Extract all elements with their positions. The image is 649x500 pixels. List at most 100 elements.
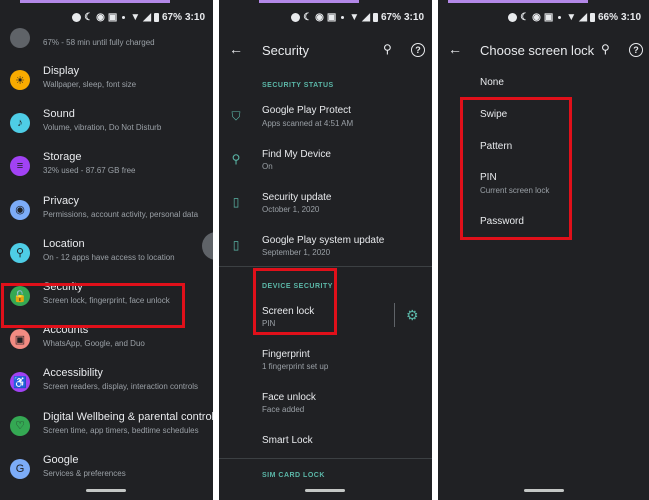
battery-icon <box>589 12 595 22</box>
status-bar: ☾ ◉ ▣ ▼ ◢ 67% 3:10 <box>72 10 205 24</box>
find-my-device-subtitle: On <box>262 162 273 171</box>
nav-handle[interactable] <box>524 489 564 492</box>
settings-item-subtitle: Wallpaper, sleep, font size <box>43 80 137 89</box>
clock: 3:10 <box>620 11 641 23</box>
notification-icon <box>291 12 301 22</box>
wifi-icon: ▼ <box>566 11 577 23</box>
notification-strip <box>259 0 359 3</box>
choose-screen-lock-screen: ☾ ◉ ▣ ▼ ◢ 66% 3:10 ← Choose screen lock … <box>438 0 649 500</box>
system-update-subtitle: September 1, 2020 <box>262 248 331 257</box>
sync-icon: ◉ <box>315 11 324 23</box>
settings-item-title: Digital Wellbeing & parental controls <box>43 410 213 423</box>
settings-item-title: Storage <box>43 151 82 164</box>
section-header-sim: SIM CARD LOCK <box>262 472 325 479</box>
settings-item-subtitle: Screen time, app timers, bedtime schedul… <box>43 425 199 435</box>
gear-icon[interactable]: ⚙ <box>406 307 419 324</box>
fingerprint-subtitle: 1 fingerprint set up <box>262 362 329 371</box>
fingerprint-title[interactable]: Fingerprint <box>262 349 310 360</box>
location-icon: ⚲ <box>10 242 30 263</box>
privacy-icon: ◉ <box>10 199 30 220</box>
settings-item-accessibility[interactable]: ♿ Accessibility Screen readers, display, i… <box>0 362 213 406</box>
back-arrow-icon[interactable]: ← <box>229 41 243 57</box>
accounts-icon: ▣ <box>10 329 30 350</box>
wifi-icon: ▼ <box>130 11 141 23</box>
settings-item-sound[interactable]: ♪ Sound Volume, vibration, Do Not Disturb <box>0 103 213 147</box>
battery-icon <box>153 12 159 22</box>
page-title: Security <box>262 43 309 58</box>
settings-item-subtitle: Services & preferences <box>43 468 126 478</box>
accessibility-icon: ♿ <box>10 372 30 393</box>
moon-icon: ☾ <box>303 11 313 23</box>
cast-icon: ▣ <box>107 11 118 23</box>
vertical-divider <box>394 303 395 327</box>
battery-icon <box>372 12 378 22</box>
sound-icon: ♪ <box>10 113 30 134</box>
settings-item-subtitle: WhatsApp, Google, and Duo <box>43 339 145 349</box>
security-update-subtitle: October 1, 2020 <box>262 205 320 214</box>
option-none[interactable]: None <box>480 77 504 88</box>
help-icon[interactable]: ? <box>411 43 425 57</box>
system-update-icon: ▯ <box>232 238 240 252</box>
settings-item-title: Accessibility <box>43 367 103 380</box>
settings-item-display[interactable]: ☀ Display Wallpaper, sleep, font size <box>0 60 213 104</box>
settings-screen: ☾ ◉ ▣ ▼ ◢ 67% 3:10 67% - 58 min until fu… <box>0 0 213 500</box>
settings-item-privacy[interactable]: ◉ Privacy Permissions, account activity, p… <box>0 190 213 234</box>
settings-item-google[interactable]: G Google Services & preferences <box>0 449 213 493</box>
settings-item-subtitle: Volume, vibration, Do Not Disturb <box>43 123 162 133</box>
dot-icon <box>558 15 562 19</box>
play-protect-subtitle: Apps scanned at 4:51 AM <box>262 119 354 128</box>
settings-item-title: Google <box>43 453 79 466</box>
sync-icon: ◉ <box>532 11 541 23</box>
cast-icon: ▣ <box>326 11 337 23</box>
moon-icon: ☾ <box>520 11 530 23</box>
notification-icon <box>72 12 82 22</box>
signal-icon: ◢ <box>362 11 370 23</box>
settings-item-location[interactable]: ⚲ Location On - 12 apps have access to loc… <box>0 233 213 277</box>
settings-item-storage[interactable]: ≡ Storage 32% used - 87.67 GB free <box>0 146 213 190</box>
back-arrow-icon[interactable]: ← <box>448 41 462 57</box>
security-update-title[interactable]: Security update <box>262 192 332 203</box>
find-my-device-title[interactable]: Find My Device <box>262 149 331 160</box>
sync-icon: ◉ <box>96 11 105 23</box>
clock: 3:10 <box>403 11 424 23</box>
storage-icon: ≡ <box>10 156 30 177</box>
settings-item-subtitle: 32% used - 87.67 GB free <box>43 166 136 176</box>
battery-summary: 67% - 58 min until fully charged <box>43 38 155 47</box>
settings-item-subtitle: On - 12 apps have access to location <box>43 252 175 262</box>
divider <box>219 266 432 267</box>
section-header-status: SECURITY STATUS <box>262 82 334 89</box>
status-bar: ☾ ◉ ▣ ▼ ◢ 66% 3:10 <box>508 10 641 24</box>
nav-handle[interactable] <box>305 489 345 492</box>
search-icon[interactable]: ⚲ <box>601 42 610 56</box>
play-protect-title[interactable]: Google Play Protect <box>262 105 351 116</box>
security-screen: ☾ ◉ ▣ ▼ ◢ 67% 3:10 ← Security ⚲ ? SECURI… <box>219 0 432 500</box>
notification-strip <box>448 0 588 3</box>
wifi-icon: ▼ <box>349 11 360 23</box>
clock: 3:10 <box>184 11 205 23</box>
face-unlock-title[interactable]: Face unlock <box>262 392 316 403</box>
battery-icon <box>10 28 30 48</box>
battery-level: 67% <box>161 11 182 23</box>
face-unlock-subtitle: Face added <box>262 405 305 414</box>
signal-icon: ◢ <box>579 11 587 23</box>
dot-icon <box>341 15 345 19</box>
help-icon[interactable]: ? <box>629 43 643 57</box>
settings-item-subtitle: Screen readers, display, interaction con… <box>43 382 199 392</box>
system-update-title[interactable]: Google Play system update <box>262 235 384 246</box>
nav-handle[interactable] <box>86 489 126 492</box>
cast-icon: ▣ <box>543 11 554 23</box>
search-icon[interactable]: ⚲ <box>383 42 392 56</box>
smart-lock-title[interactable]: Smart Lock <box>262 435 313 446</box>
settings-item-title: Privacy <box>43 194 80 207</box>
settings-item-subtitle: Permissions, account activity, personal … <box>43 209 199 219</box>
dot-icon <box>122 15 126 19</box>
status-bar: ☾ ◉ ▣ ▼ ◢ 67% 3:10 <box>291 10 424 24</box>
notification-strip <box>20 0 170 3</box>
battery-item[interactable]: 67% - 58 min until fully charged <box>0 24 213 54</box>
phone-update-icon: ▯ <box>232 195 240 209</box>
settings-item-title: Display <box>43 65 80 77</box>
highlight-lock-options <box>460 97 572 240</box>
moon-icon: ☾ <box>84 11 94 23</box>
divider <box>219 458 432 459</box>
settings-item-digital[interactable]: ♡ Digital Wellbeing & parental controls Sc… <box>0 406 213 450</box>
